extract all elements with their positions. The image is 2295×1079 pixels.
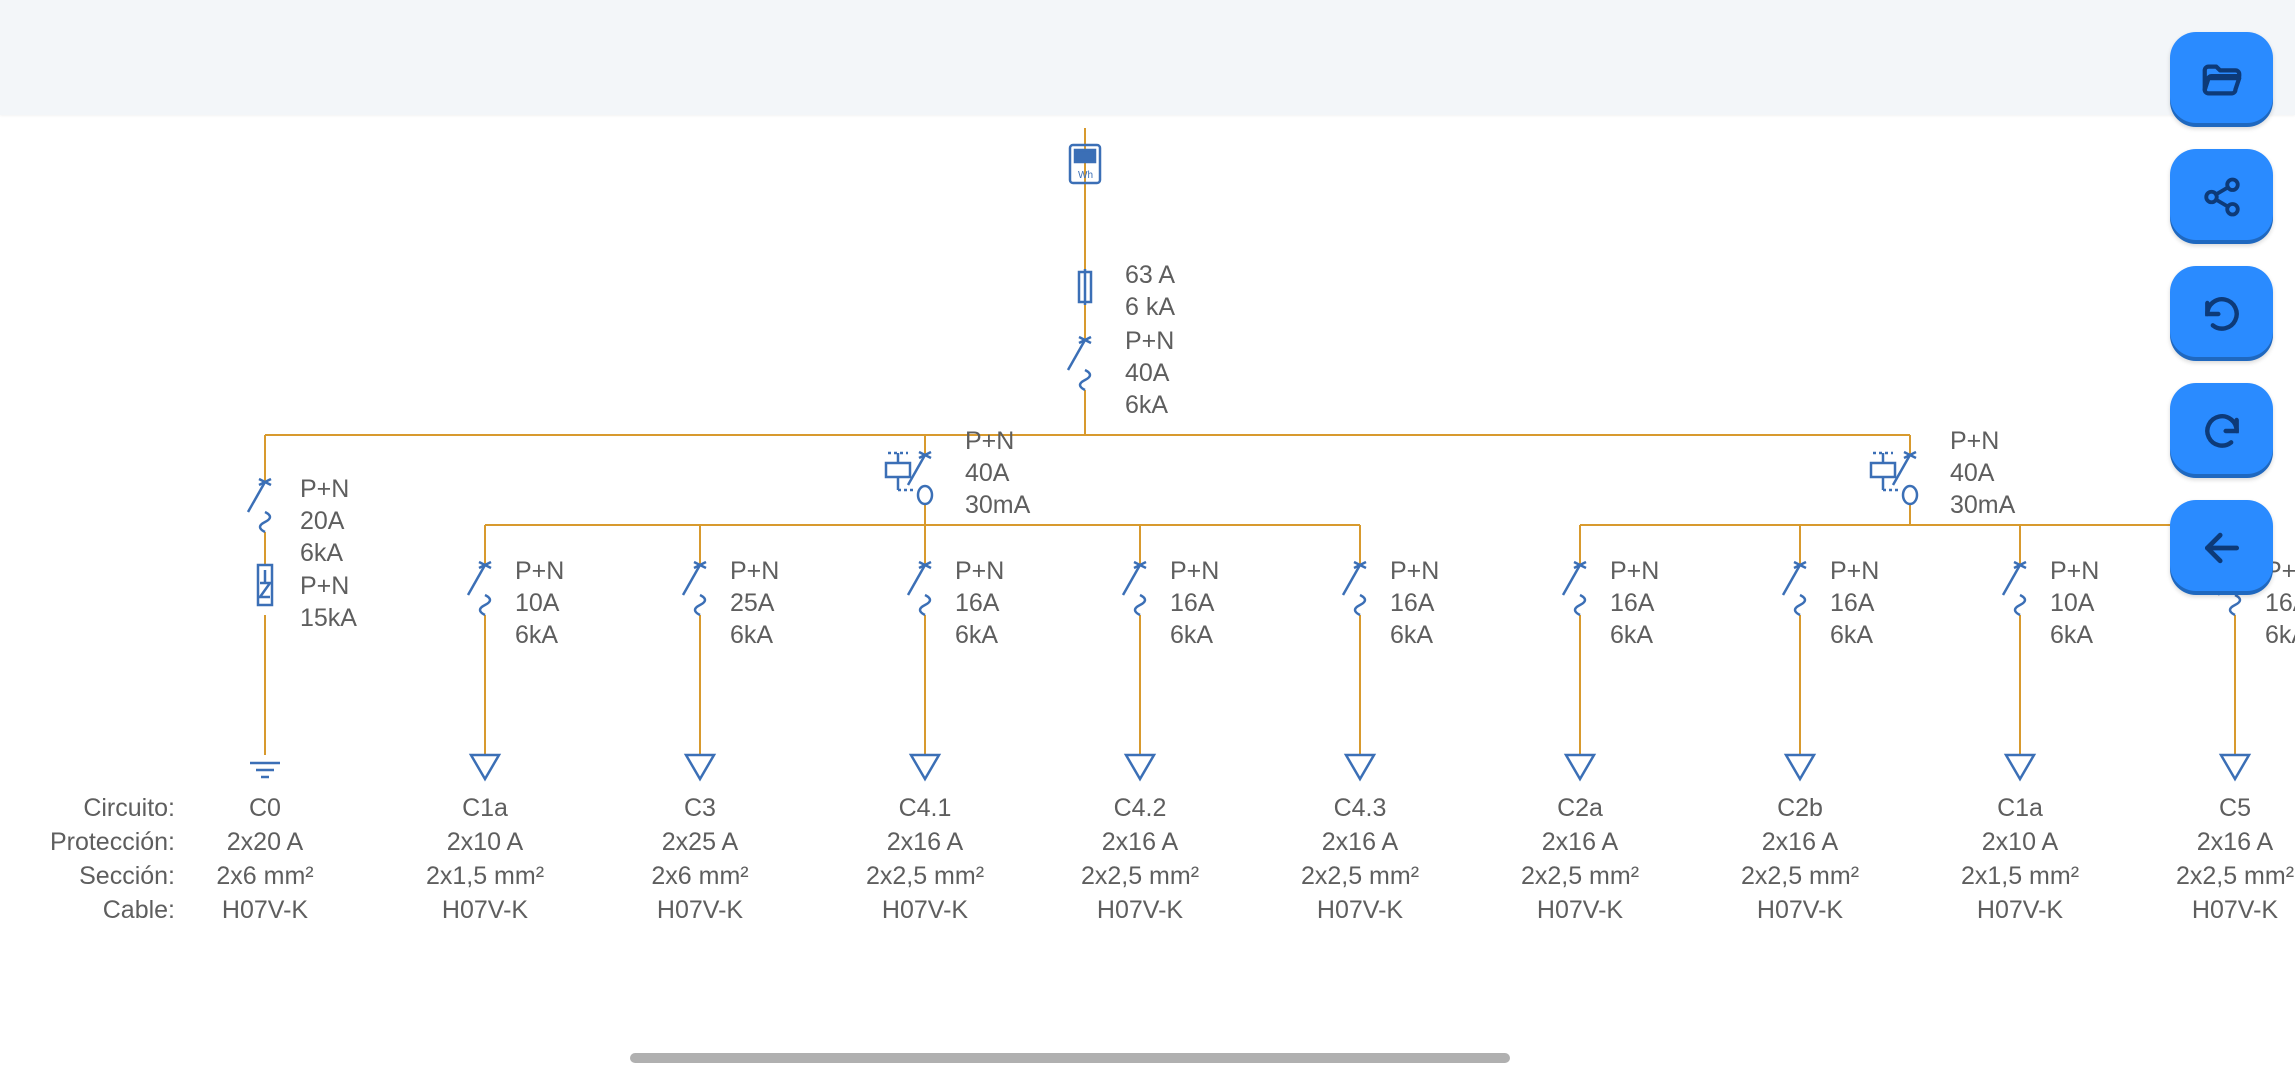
open-button[interactable] [2170, 32, 2273, 127]
c0-earth-symbol[interactable] [250, 763, 280, 777]
sub-breaker-symbol[interactable] [1563, 562, 1594, 779]
c0-spd-symbol[interactable] [258, 565, 272, 605]
rcd-left-symbol[interactable] [886, 452, 932, 504]
sub-breaker-label: P+N16A6kA [1830, 555, 1879, 651]
sub-breaker-symbol[interactable] [1783, 562, 1814, 779]
sub-breaker-label: P+N16A6kA [1610, 555, 1659, 651]
main-breaker-symbol[interactable] [1068, 337, 1091, 390]
sub-breaker-label: P+N16A6kA [1390, 555, 1439, 651]
back-arrow-icon [2200, 526, 2244, 570]
sub-breaker-symbol[interactable] [908, 562, 939, 779]
redo-button[interactable] [2170, 383, 2273, 478]
undo-icon [2200, 292, 2244, 336]
svg-text:Wh: Wh [1078, 170, 1093, 181]
main-fuse-label: 63 A 6 kA [1125, 259, 1175, 323]
top-bar [0, 0, 2295, 115]
diagram-canvas[interactable]: Wh [0, 115, 2295, 1079]
back-button[interactable] [2170, 500, 2273, 595]
circuit-column: C4.32x16 A2x2,5 mm²H07V-K [1301, 791, 1419, 927]
sub-breaker-label: P+N10A6kA [515, 555, 564, 651]
rcd-left-label: P+N 40A 30mA [965, 425, 1030, 521]
circuit-column: C4.12x16 A2x2,5 mm²H07V-K [866, 791, 984, 927]
sub-breaker-label: P+N25A6kA [730, 555, 779, 651]
sub-breaker-symbol[interactable] [1123, 562, 1154, 779]
sub-breaker-label: P+N16A6kA [955, 555, 1004, 651]
sub-breaker-label: P+N16A6kA [1170, 555, 1219, 651]
sub-breaker-label: P+N10A6kA [2050, 555, 2099, 651]
redo-icon [2200, 409, 2244, 453]
c0-spd-label: P+N 15kA [300, 570, 357, 634]
toolbar [2170, 32, 2273, 595]
horizontal-scrollbar[interactable] [630, 1053, 1510, 1063]
sub-breaker-symbol[interactable] [2003, 562, 2034, 779]
circuit-column: C32x25 A2x6 mm²H07V-K [651, 791, 748, 927]
circuit-column: C2a2x16 A2x2,5 mm²H07V-K [1521, 791, 1639, 927]
circuit-column: C1a2x10 A2x1,5 mm²H07V-K [1961, 791, 2079, 927]
share-button[interactable] [2170, 149, 2273, 244]
circuit-column: C1a2x10 A2x1,5 mm²H07V-K [426, 791, 544, 927]
folder-open-icon [2199, 57, 2245, 103]
c0-breaker-label: P+N 20A 6kA [300, 473, 349, 569]
table-row-labels: Circuito: Protección: Sección: Cable: [0, 791, 175, 927]
circuit-column: C2b2x16 A2x2,5 mm²H07V-K [1741, 791, 1859, 927]
main-breaker-label: P+N 40A 6kA [1125, 325, 1174, 421]
circuit-column: C4.22x16 A2x2,5 mm²H07V-K [1081, 791, 1199, 927]
sub-breaker-symbol[interactable] [468, 562, 499, 779]
rcd-right-symbol[interactable] [1871, 452, 1917, 504]
sub-breaker-symbol[interactable] [683, 562, 714, 779]
c0-breaker-symbol[interactable] [248, 479, 271, 532]
circuit-column: C52x16 A2x2,5 mm²H07V-K [2176, 791, 2294, 927]
rcd-right-label: P+N 40A 30mA [1950, 425, 2015, 521]
main-fuse-symbol[interactable] [1079, 269, 1091, 305]
undo-button[interactable] [2170, 266, 2273, 361]
circuit-column: C02x20 A2x6 mm²H07V-K [216, 791, 313, 927]
sub-breaker-symbol[interactable] [1343, 562, 1374, 779]
share-icon [2201, 176, 2243, 218]
